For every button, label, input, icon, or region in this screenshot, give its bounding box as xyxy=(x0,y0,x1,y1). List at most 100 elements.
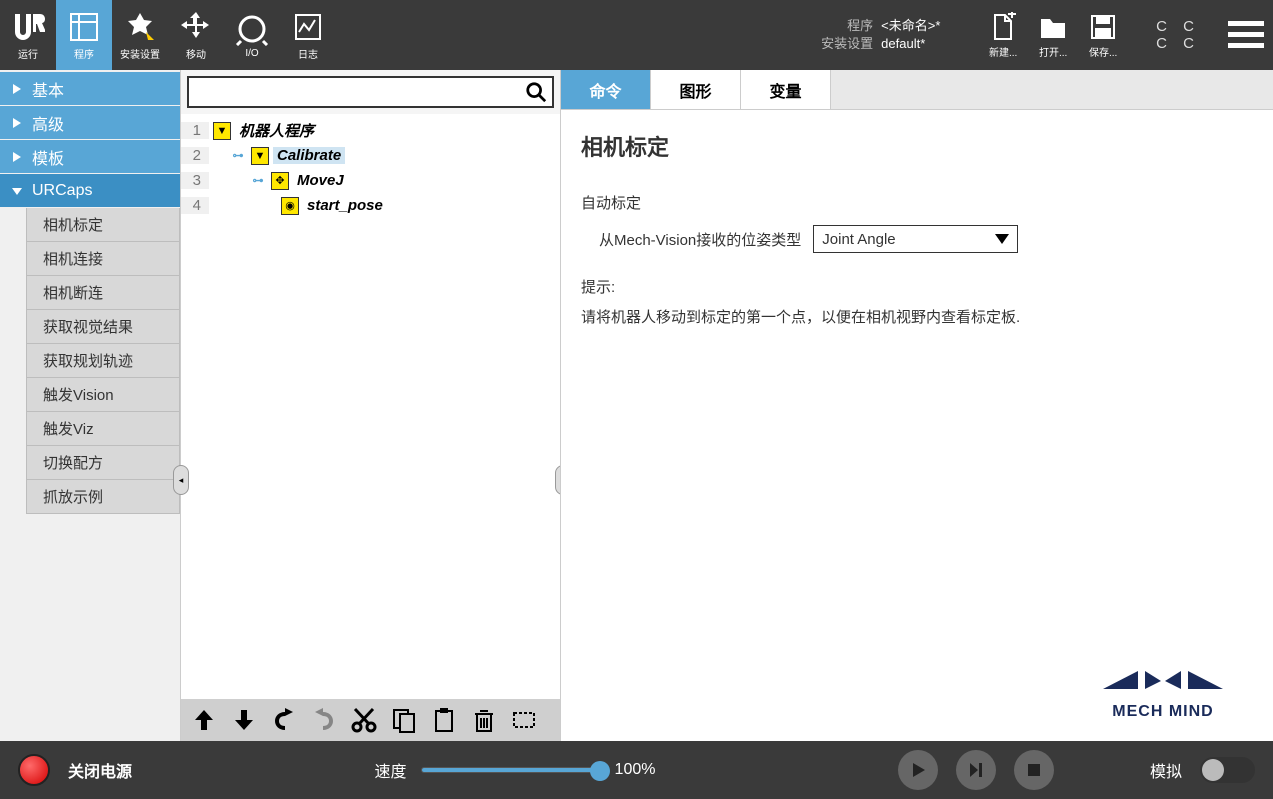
menu-button[interactable] xyxy=(1218,0,1273,70)
expand-icon[interactable]: ▼ xyxy=(213,122,231,140)
top-tab-install[interactable]: 安装设置 xyxy=(112,0,168,70)
tree-toolbar xyxy=(181,699,560,741)
meta-install-value: default* xyxy=(873,35,958,53)
sidebar-item-label: 获取规划轨迹 xyxy=(43,350,133,371)
tree-node-label: 机器人程序 xyxy=(235,120,318,141)
detail-title: 相机标定 xyxy=(581,130,1253,162)
search-input[interactable] xyxy=(189,84,520,100)
top-tab-program[interactable]: 程序 xyxy=(56,0,112,70)
tree-row[interactable]: 4 ◉start_pose xyxy=(181,193,560,218)
sidebar-item-camera-calibrate[interactable]: 相机标定 xyxy=(26,208,180,242)
open-button[interactable]: 打开... xyxy=(1038,12,1068,59)
top-tab-label: 安装设置 xyxy=(120,46,160,61)
move-up-button[interactable] xyxy=(189,705,219,735)
sidebar-item-label: 相机连接 xyxy=(43,248,103,269)
detail-tabs: 命令 图形 变量 xyxy=(561,70,1273,110)
tree-row[interactable]: 1 ▼机器人程序 xyxy=(181,118,560,143)
speed-value: 100% xyxy=(615,761,656,779)
redo-button xyxy=(309,705,339,735)
sidebar-item-label: 切换配方 xyxy=(43,452,103,473)
sidebar-item-camera-disconnect[interactable]: 相机断连 xyxy=(26,276,180,310)
chevron-down-icon xyxy=(995,234,1009,244)
top-bar: 运行 程序 安装设置 移动 I/O 日志 程序<未命名>* 安装设置defaul… xyxy=(0,0,1273,70)
paste-button[interactable] xyxy=(429,705,459,735)
main-area: 基本 高级 模板 URCaps 相机标定 相机连接 相机断连 获取视觉结果 获取… xyxy=(0,70,1273,741)
move-down-button[interactable] xyxy=(229,705,259,735)
detail-tab-label: 图形 xyxy=(679,78,711,102)
sidebar-item-get-trajectory[interactable]: 获取规划轨迹 xyxy=(26,344,180,378)
logo-text: MECH MIND xyxy=(1083,703,1243,721)
sidebar-item-switch-recipe[interactable]: 切换配方 xyxy=(26,446,180,480)
new-button[interactable]: 新建... xyxy=(988,12,1018,59)
auto-calibrate-label: 自动标定 xyxy=(581,192,1253,213)
toggle-knob xyxy=(1202,759,1224,781)
io-icon xyxy=(235,12,269,46)
top-tab-io[interactable]: I/O xyxy=(224,0,280,70)
nav-label: 高级 xyxy=(32,111,64,135)
power-label: 关闭电源 xyxy=(68,758,132,782)
play-button[interactable] xyxy=(898,750,938,790)
search-icon[interactable] xyxy=(520,81,552,103)
sidebar-item-label: 抓放示例 xyxy=(43,486,103,507)
comment-button[interactable] xyxy=(509,705,539,735)
program-icon xyxy=(67,10,101,44)
stop-button[interactable] xyxy=(1014,750,1054,790)
link-icon: ⊶ xyxy=(229,147,247,165)
power-indicator[interactable] xyxy=(18,754,50,786)
install-icon xyxy=(123,10,157,44)
detail-tab-label: 变量 xyxy=(769,78,801,102)
left-splitter[interactable]: ◂ xyxy=(173,465,189,495)
top-tab-move[interactable]: 移动 xyxy=(168,0,224,70)
pose-type-select[interactable]: Joint Angle xyxy=(813,225,1018,253)
sidebar-item-trigger-viz[interactable]: 触发Viz xyxy=(26,412,180,446)
sidebar-item-label: 获取视觉结果 xyxy=(43,316,133,337)
detail-tab-label: 命令 xyxy=(589,78,621,102)
waypoint-icon: ◉ xyxy=(281,197,299,215)
meta-program-label: 程序 xyxy=(847,18,873,33)
detail-tab-variables[interactable]: 变量 xyxy=(741,70,831,109)
detail-pane: 命令 图形 变量 相机标定 自动标定 从Mech-Vision接收的位姿类型 J… xyxy=(560,70,1273,741)
cut-button[interactable] xyxy=(349,705,379,735)
sidebar-item-camera-connect[interactable]: 相机连接 xyxy=(26,242,180,276)
status-cccc: C CC C xyxy=(1138,0,1218,70)
undo-button[interactable] xyxy=(269,705,299,735)
sim-label: 模拟 xyxy=(1150,758,1182,782)
pose-type-value: Joint Angle xyxy=(822,231,895,248)
nav-section-advanced[interactable]: 高级 xyxy=(0,106,180,140)
top-tab-run[interactable]: 运行 xyxy=(0,0,56,70)
slider-thumb[interactable] xyxy=(590,761,610,781)
top-tab-label: 程序 xyxy=(74,46,94,61)
speed-label: 速度 xyxy=(375,758,407,782)
copy-button[interactable] xyxy=(389,705,419,735)
nav-label: 模板 xyxy=(32,145,64,169)
step-button[interactable] xyxy=(956,750,996,790)
top-tab-log[interactable]: 日志 xyxy=(280,0,336,70)
nav-section-basic[interactable]: 基本 xyxy=(0,72,180,106)
sidebar-item-get-vision-result[interactable]: 获取视觉结果 xyxy=(26,310,180,344)
save-button[interactable]: 保存... xyxy=(1088,12,1118,59)
bottom-bar: 关闭电源 速度 100% 模拟 xyxy=(0,741,1273,799)
tree-row[interactable]: 3 ⊶✥MoveJ xyxy=(181,168,560,193)
top-tab-label: 移动 xyxy=(186,46,206,61)
speed-slider[interactable] xyxy=(421,767,601,773)
nav-section-template[interactable]: 模板 xyxy=(0,140,180,174)
meta-install-label: 安装设置 xyxy=(821,36,873,51)
hint-label: 提示: xyxy=(581,273,1253,303)
tree-row[interactable]: 2 ⊶▼Calibrate xyxy=(181,143,560,168)
detail-tab-command[interactable]: 命令 xyxy=(561,70,651,109)
speed-control: 速度 100% xyxy=(150,758,880,782)
line-number: 1 xyxy=(181,122,209,139)
ur-logo-icon xyxy=(11,10,45,44)
nav-label: URCaps xyxy=(32,182,92,200)
detail-body: 相机标定 自动标定 从Mech-Vision接收的位姿类型 Joint Angl… xyxy=(561,110,1273,741)
sidebar: 基本 高级 模板 URCaps 相机标定 相机连接 相机断连 获取视觉结果 获取… xyxy=(0,70,180,741)
sidebar-item-trigger-vision[interactable]: 触发Vision xyxy=(26,378,180,412)
sidebar-item-pick-place-example[interactable]: 抓放示例 xyxy=(26,480,180,514)
line-number: 3 xyxy=(181,172,209,189)
delete-button[interactable] xyxy=(469,705,499,735)
nav-section-urcaps[interactable]: URCaps xyxy=(0,174,180,208)
detail-tab-graphics[interactable]: 图形 xyxy=(651,70,741,109)
sim-toggle[interactable] xyxy=(1200,757,1255,783)
expand-icon[interactable]: ▼ xyxy=(251,147,269,165)
top-meta: 程序<未命名>* 安装设置default* xyxy=(336,0,968,70)
